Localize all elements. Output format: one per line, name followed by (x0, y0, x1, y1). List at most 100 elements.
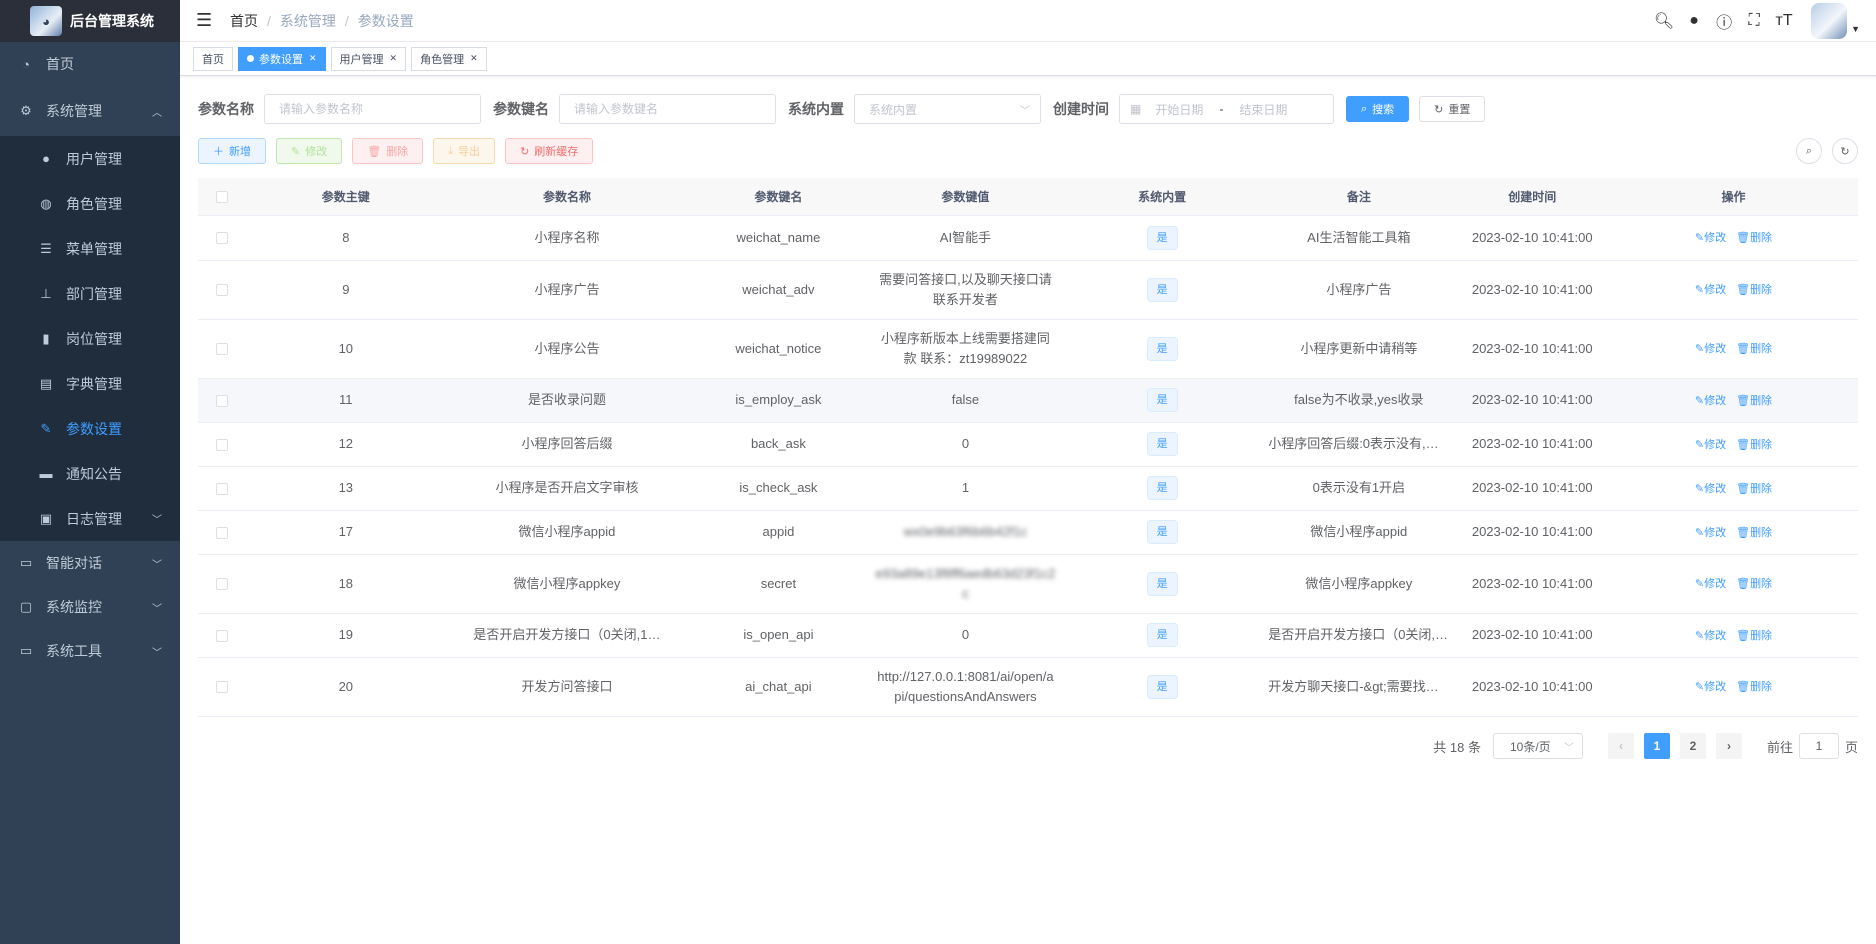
row-delete-link[interactable]: 🗑︎删除 (1736, 681, 1772, 693)
column-header: 参数名称 (445, 178, 689, 216)
log-icon: ▣ (39, 510, 53, 526)
table-row: 11 是否收录问题 is_employ_ask false 是 false为不收… (198, 378, 1858, 423)
caret-down-icon[interactable]: ▼ (1851, 24, 1860, 34)
row-edit-link[interactable]: ✎修改 (1695, 578, 1726, 590)
page-button[interactable]: 1 (1643, 733, 1670, 759)
prev-page-button[interactable]: ‹ (1607, 733, 1634, 759)
export-button[interactable]: ⤓ 导出 (433, 138, 496, 164)
hamburger-icon[interactable]: ☰ (196, 10, 214, 31)
row-edit-link[interactable]: ✎修改 (1695, 439, 1726, 451)
sidebar-item-roles[interactable]: ◍ 角色管理 (0, 181, 180, 226)
row-checkbox[interactable] (215, 343, 228, 356)
sidebar-item-users[interactable]: ● 用户管理 (0, 136, 180, 181)
close-icon[interactable]: ✕ (470, 53, 478, 64)
cell-name: 小程序公告 (445, 319, 689, 379)
dict-icon: ▤ (39, 375, 53, 391)
sidebar-item-menus[interactable]: ☰ 菜单管理 (0, 226, 180, 271)
row-delete-link[interactable]: 🗑︎删除 (1736, 395, 1772, 407)
refresh-table-button[interactable]: ↻ (1832, 138, 1858, 164)
add-button[interactable]: ＋ 新增 (198, 138, 266, 164)
row-checkbox[interactable] (215, 526, 228, 539)
next-page-button[interactable]: › (1715, 733, 1742, 759)
row-checkbox[interactable] (215, 284, 228, 297)
sidebar-item-monitor[interactable]: ▢ 系统监控 ﹀ (0, 585, 180, 629)
row-checkbox[interactable] (215, 438, 228, 451)
cell-remark: 是否开启开发方接口（0关闭,1… (1262, 613, 1456, 658)
user-icon: ● (42, 151, 50, 166)
row-edit-label: 修改 (1704, 629, 1727, 642)
sidebar-logo[interactable]: ◕ 后台管理系统 (0, 0, 180, 42)
search-button[interactable]: ⌕ 搜索 (1346, 96, 1410, 122)
refresh-cache-button[interactable]: ↻ 刷新缓存 (505, 138, 594, 164)
cell-time: 2023-02-10 10:41:00 (1455, 657, 1609, 717)
row-delete-label: 删除 (1750, 629, 1773, 642)
breadcrumb-home[interactable]: 首页 (230, 11, 258, 31)
column-header: 操作 (1608, 178, 1858, 216)
cell-key: is_open_api (688, 613, 869, 658)
sidebar-item-dicts[interactable]: ▤ 字典管理 (0, 361, 180, 406)
page-button[interactable]: 2 (1679, 733, 1706, 759)
close-icon[interactable]: ✕ (390, 53, 398, 64)
font-size-icon[interactable]: ᴛT (1769, 12, 1799, 30)
tag-home[interactable]: 首页 (193, 46, 233, 71)
sidebar-item-tools[interactable]: ▭ 系统工具 ﹀ (0, 629, 180, 673)
config-key-input[interactable] (574, 102, 761, 116)
question-icon[interactable]: ⓘ (1709, 9, 1739, 33)
row-edit-link[interactable]: ✎修改 (1695, 284, 1726, 296)
row-checkbox[interactable] (215, 232, 228, 245)
row-delete-label: 删除 (1750, 284, 1773, 296)
row-delete-link[interactable]: 🗑︎删除 (1736, 630, 1772, 642)
fullscreen-icon[interactable]: ⛶ (1739, 12, 1769, 30)
select-all-checkbox[interactable] (215, 191, 228, 204)
row-delete-link[interactable]: 🗑︎删除 (1736, 483, 1772, 495)
row-checkbox[interactable] (215, 629, 228, 642)
avatar[interactable] (1811, 3, 1848, 39)
row-checkbox[interactable] (215, 578, 228, 591)
row-delete-link[interactable]: 🗑︎删除 (1736, 232, 1772, 244)
pagination-total: 共 18 条 (1433, 739, 1481, 755)
cell-remark: AI生活智能工具箱 (1262, 215, 1456, 261)
sidebar-item-posts[interactable]: ▮ 岗位管理 (0, 316, 180, 361)
column-header: 系统内置 (1062, 178, 1263, 216)
sidebar-item-depts[interactable]: ⊥ 部门管理 (0, 271, 180, 316)
page-size-select[interactable]: 10条/页 ﹀ (1492, 733, 1583, 759)
github-icon[interactable]: ● (1679, 12, 1709, 30)
row-edit-link[interactable]: ✎修改 (1695, 395, 1726, 407)
edit-button[interactable]: ✎ 修改 (276, 138, 343, 164)
row-delete-link[interactable]: 🗑︎删除 (1736, 284, 1772, 296)
row-edit-link[interactable]: ✎修改 (1695, 232, 1726, 244)
tag-config[interactable]: 参数设置 ✕ (238, 46, 326, 71)
sidebar-item-system[interactable]: ⚙ 系统管理 ︿ (0, 86, 180, 136)
row-edit-link[interactable]: ✎修改 (1695, 630, 1726, 642)
row-delete-link[interactable]: 🗑︎删除 (1736, 343, 1772, 355)
sidebar-item-logs[interactable]: ▣ 日志管理 ﹀ (0, 496, 180, 541)
row-checkbox[interactable] (215, 482, 228, 495)
row-delete-link[interactable]: 🗑︎删除 (1736, 439, 1772, 451)
search-icon[interactable]: 🔍︎ (1649, 11, 1679, 31)
tag-users[interactable]: 用户管理 ✕ (330, 46, 407, 71)
sidebar-item-config[interactable]: ✎ 参数设置 (0, 406, 180, 451)
row-checkbox[interactable] (215, 681, 228, 694)
close-icon[interactable]: ✕ (309, 53, 317, 64)
goto-page-input[interactable]: 1 (1798, 733, 1839, 759)
toggle-search-button[interactable]: ⌕ (1796, 138, 1822, 164)
tag-roles[interactable]: 角色管理 ✕ (411, 46, 487, 71)
row-edit-link[interactable]: ✎修改 (1695, 343, 1726, 355)
delete-button[interactable]: 🗑︎ 删除 (352, 138, 424, 164)
row-edit-link[interactable]: ✎修改 (1695, 483, 1726, 495)
row-delete-link[interactable]: 🗑︎删除 (1736, 578, 1772, 590)
config-type-select[interactable]: 系统内置 ﹀ (854, 94, 1041, 124)
tree-table-icon: ☰ (40, 240, 52, 256)
cell-time: 2023-02-10 10:41:00 (1455, 554, 1609, 614)
sidebar-item-notices[interactable]: ▬ 通知公告 (0, 451, 180, 496)
row-edit-link[interactable]: ✎修改 (1695, 681, 1726, 693)
row-checkbox[interactable] (215, 394, 228, 407)
row-delete-link[interactable]: 🗑︎删除 (1736, 527, 1772, 539)
sidebar-item-chat[interactable]: ▭ 智能对话 ﹀ (0, 541, 180, 585)
cell-id: 8 (245, 215, 446, 261)
sidebar-item-home[interactable]: ◔ 首页 (0, 42, 180, 86)
row-edit-link[interactable]: ✎修改 (1695, 527, 1726, 539)
date-range-picker[interactable]: ▦ 开始日期 - 结束日期 (1119, 94, 1334, 124)
config-name-input[interactable] (279, 102, 466, 116)
reset-button[interactable]: ↻ 重置 (1419, 96, 1486, 122)
